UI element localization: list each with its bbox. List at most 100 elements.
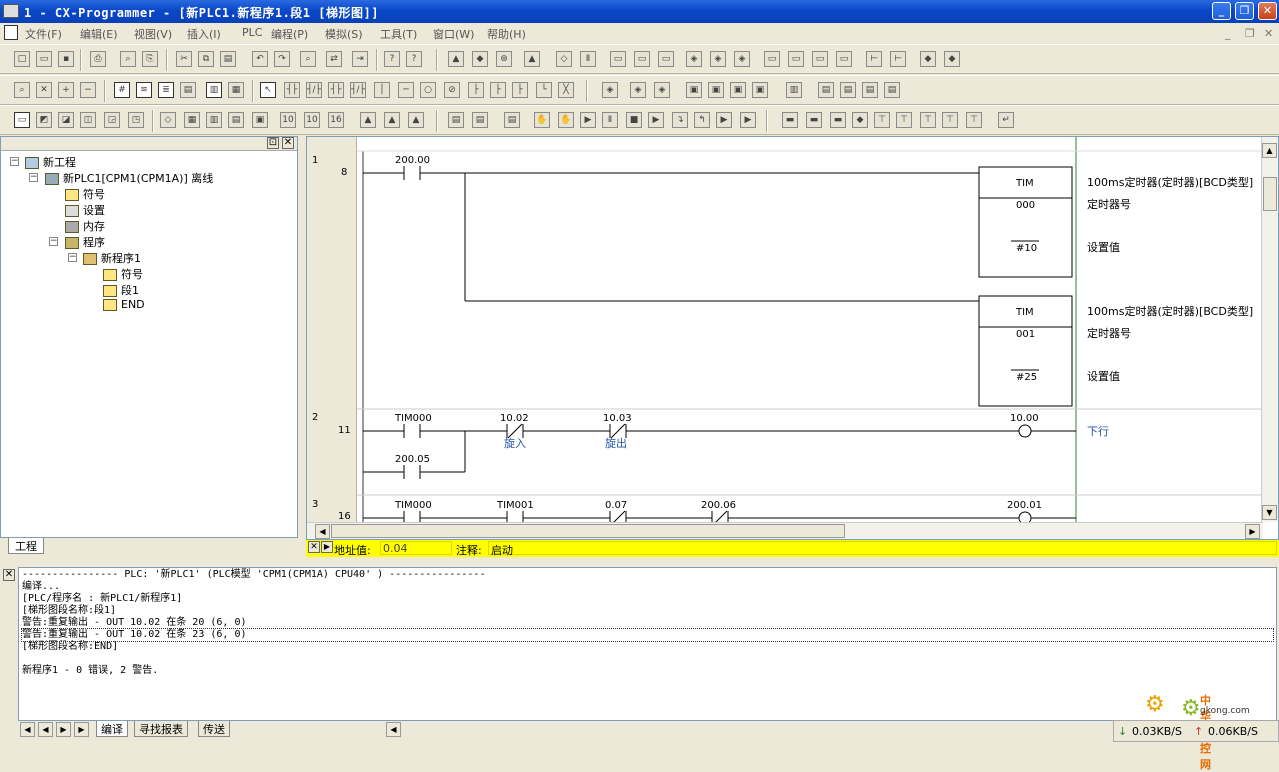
zoom-in-icon[interactable]: + (58, 82, 74, 98)
find-icon[interactable]: ⌕ (300, 51, 316, 67)
tree-settings[interactable]: 设置 (65, 202, 105, 218)
sim-run-icon[interactable]: ▶ (580, 112, 596, 128)
jump-icon[interactable]: ⇥ (352, 51, 368, 67)
expand-bar-icon[interactable]: ▶ (321, 541, 333, 553)
minimize-button[interactable]: _ (1212, 2, 1231, 20)
new-coil-icon[interactable]: ○ (420, 82, 436, 98)
vertical-scrollbar[interactable]: ▲ ▼ (1261, 137, 1278, 522)
tab-compile[interactable]: 编译 (96, 721, 128, 737)
print-preview-icon[interactable]: ⌕ (120, 51, 136, 67)
task-icon[interactable]: ◇ (160, 112, 176, 128)
new-or-closed-icon[interactable]: ┤/├ (350, 82, 366, 98)
undo-icon[interactable]: ↶ (252, 51, 268, 67)
select-mode-icon[interactable]: ↖ (260, 82, 276, 98)
output-warning[interactable]: 警告:重复输出 - OUT 10.02 在条 20 (6, 0) (22, 617, 1273, 629)
sim-end-icon[interactable]: ▶ (740, 112, 756, 128)
tree-root[interactable]: 新工程 (25, 154, 76, 170)
rung-bookmark-icon[interactable]: ▤ (180, 82, 196, 98)
watch2-icon[interactable]: ▭ (788, 51, 804, 67)
tree-plc[interactable]: 新PLC1[CPM1(CPM1A)] 离线 (45, 170, 213, 186)
sim-step-in-icon[interactable]: ↴ (672, 112, 688, 128)
tab-prev-icon[interactable]: ◀ (38, 722, 53, 737)
menu-help[interactable]: 帮助(H) (487, 26, 526, 42)
tree-end[interactable]: END (103, 298, 145, 311)
return-icon[interactable]: ↵ (998, 112, 1014, 128)
online-edit-icon[interactable]: ◈ (602, 82, 618, 98)
sim-step-icon[interactable]: ▶ (648, 112, 664, 128)
redo-icon[interactable]: ↷ (274, 51, 290, 67)
tab-next-icon[interactable]: ▶ (56, 722, 71, 737)
maximize-button[interactable]: ❐ (1235, 2, 1254, 20)
new-closed-contact-icon[interactable]: ┤/├ (306, 82, 322, 98)
force-on-icon[interactable]: ▣ (686, 82, 702, 98)
sim-hand2-icon[interactable]: ✋ (558, 112, 574, 128)
scroll-thumb[interactable] (331, 524, 845, 538)
zoom-fit-icon[interactable]: ✕ (36, 82, 52, 98)
cut-icon[interactable]: ✂ (176, 51, 192, 67)
line-connect-icon[interactable]: └ (536, 82, 552, 98)
run-up-icon[interactable]: ▲ (360, 112, 376, 128)
online-icon[interactable]: ▲ (448, 51, 464, 67)
sim-pause-icon[interactable]: Ⅱ (602, 112, 618, 128)
properties-icon[interactable]: ◳ (128, 112, 144, 128)
pin-icon[interactable]: ⊡ (267, 137, 279, 149)
break4-icon[interactable]: ◆ (852, 112, 868, 128)
transfer-from-icon[interactable]: ▭ (634, 51, 650, 67)
sfc-icon[interactable]: ▤ (228, 112, 244, 128)
differential-icon[interactable]: ▥ (786, 82, 802, 98)
stop-trace-icon[interactable]: ▤ (862, 82, 878, 98)
menu-file[interactable]: 文件(F) (25, 26, 62, 42)
time-chart-icon[interactable]: ▤ (840, 82, 856, 98)
sim-step-out-icon[interactable]: ↰ (694, 112, 710, 128)
grid-icon[interactable]: # (114, 82, 130, 98)
online-edit2-icon[interactable]: ◈ (630, 82, 646, 98)
output-window-icon[interactable]: ◲ (104, 112, 120, 128)
context-help-icon[interactable]: ? (406, 51, 422, 67)
sim-setup-icon[interactable]: ▤ (504, 112, 520, 128)
break9-icon[interactable]: ⊤ (966, 112, 982, 128)
watch-icon[interactable]: ▭ (764, 51, 780, 67)
break8-icon[interactable]: ⊤ (942, 112, 958, 128)
menu-view[interactable]: 视图(V) (134, 26, 172, 42)
coil-200-01[interactable] (1018, 511, 1032, 522)
new-instruction-icon[interactable]: ├ (468, 82, 484, 98)
view-10b-icon[interactable]: 10 (304, 112, 320, 128)
watch4-icon[interactable]: ▭ (836, 51, 852, 67)
output-close-icon[interactable]: ✕ (3, 569, 15, 581)
sim-fast-icon[interactable]: ▶ (716, 112, 732, 128)
new-icon[interactable]: □ (14, 51, 30, 67)
horizontal-line-icon[interactable]: ─ (398, 82, 414, 98)
break7-icon[interactable]: ⊤ (920, 112, 936, 128)
sim-online-icon[interactable]: ▤ (448, 112, 464, 128)
mnemonic-window-icon[interactable]: ◪ (58, 112, 74, 128)
collapse-icon[interactable]: − (49, 237, 58, 246)
break5-icon[interactable]: ⊤ (874, 112, 890, 128)
print-setup-icon[interactable]: ⎘ (142, 51, 158, 67)
view-10-icon[interactable]: 10 (280, 112, 296, 128)
st-icon[interactable]: ▥ (206, 112, 222, 128)
zoom-out-icon[interactable]: − (80, 82, 96, 98)
replace-icon[interactable]: ⇄ (326, 51, 342, 67)
set-icon[interactable]: ▣ (752, 82, 768, 98)
mdi-minimize-icon[interactable]: _ (1225, 27, 1231, 40)
show-symbols-icon[interactable]: ≣ (158, 82, 174, 98)
change-program-icon[interactable]: ◈ (686, 51, 702, 67)
output-warning[interactable]: 警告:重复输出 - OUT 10.02 在条 23 (6, 0) (21, 628, 1274, 642)
compile-icon[interactable]: ▲ (524, 51, 540, 67)
collapse-icon[interactable]: − (10, 157, 19, 166)
close-bar-icon[interactable]: ✕ (308, 541, 320, 553)
menu-insert[interactable]: 插入(I) (187, 26, 221, 42)
view-16-icon[interactable]: 16 (328, 112, 344, 128)
tree-prog-symbols[interactable]: 符号 (103, 266, 143, 282)
new-instruction2-icon[interactable]: ├ (490, 82, 506, 98)
network-icon[interactable]: ⊢ (866, 51, 882, 67)
document-icon[interactable] (4, 25, 18, 40)
coil-10-00[interactable] (1018, 424, 1032, 438)
menu-simulate[interactable]: 模拟(S) (325, 26, 363, 42)
pause-icon[interactable]: Ⅱ (580, 51, 596, 67)
break2-icon[interactable]: ▬ (806, 112, 822, 128)
scroll-right-icon[interactable]: ▶ (1245, 524, 1260, 539)
tab-last-icon[interactable]: ▶ (74, 722, 89, 737)
app-icon[interactable] (3, 4, 19, 18)
force-cancel-icon[interactable]: ▣ (730, 82, 746, 98)
